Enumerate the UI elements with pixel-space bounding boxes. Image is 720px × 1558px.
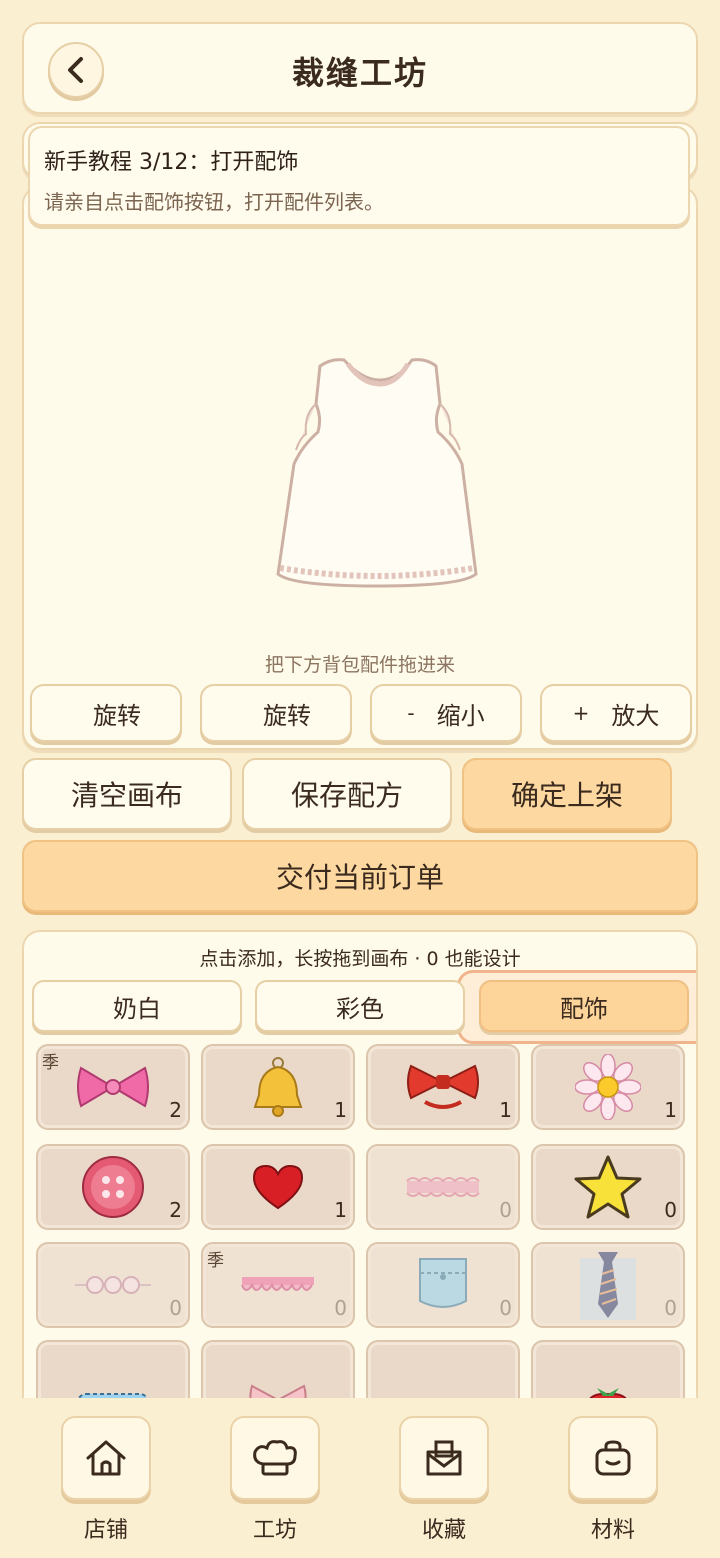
item-count: 1 — [664, 1098, 677, 1122]
tutorial-body: 请亲自点击配饰按钮，打开配件列表。 — [44, 190, 384, 214]
red-bow-collar-icon — [407, 1064, 479, 1109]
item-count: 1 — [334, 1198, 347, 1222]
yellow-star-icon — [574, 1155, 642, 1219]
zoom-out-icon: - — [407, 701, 415, 725]
item-count: 0 — [664, 1198, 677, 1222]
season-badge: 季 — [207, 1251, 224, 1271]
rotate-left-button[interactable]: 旋转 — [30, 684, 182, 742]
pink-button-icon — [82, 1156, 144, 1218]
item-count: 0 — [499, 1198, 512, 1222]
chef-hat-icon — [253, 1440, 297, 1476]
item-count: 0 — [664, 1296, 677, 1320]
inventory-panel: 点击添加，长按拖到画布 · 0 也能设计 奶白 彩色 配饰 季 2 1 1 1 … — [22, 930, 698, 1450]
nav-label: 店铺 — [83, 1518, 128, 1543]
golden-bell-icon — [253, 1057, 303, 1117]
publish-button[interactable]: 确定上架 — [462, 758, 672, 830]
item-count: 1 — [499, 1098, 512, 1122]
item-slot[interactable]: 0 — [531, 1242, 685, 1328]
item-slot[interactable]: 0 — [366, 1144, 520, 1230]
zoom-out-label: 缩小 — [436, 701, 485, 730]
item-slot[interactable]: 季 0 — [201, 1242, 355, 1328]
item-count: 2 — [169, 1098, 182, 1122]
zoom-out-button[interactable]: - 缩小 — [370, 684, 522, 742]
red-heart-icon — [252, 1164, 304, 1210]
nav-workshop[interactable]: 工坊 — [228, 1416, 322, 1544]
nav-label: 收藏 — [421, 1518, 466, 1543]
nav-shop[interactable]: 店铺 — [59, 1416, 153, 1544]
drag-hint: 把下方背包配件拖进来 — [264, 654, 455, 676]
inventory-hint: 点击添加，长按拖到画布 · 0 也能设计 — [199, 948, 521, 970]
striped-tie-icon — [580, 1252, 636, 1320]
item-count: 0 — [169, 1296, 182, 1320]
nav-collection[interactable]: 收藏 — [397, 1416, 491, 1544]
pink-bow-icon — [77, 1066, 149, 1108]
item-slot[interactable]: 1 — [201, 1044, 355, 1130]
item-slot[interactable]: 季 2 — [36, 1044, 190, 1130]
item-slot[interactable]: 1 — [531, 1044, 685, 1130]
item-slot[interactable]: 0 — [36, 1242, 190, 1328]
item-slot[interactable]: 0 — [531, 1144, 685, 1230]
zoom-in-button[interactable]: + 放大 — [540, 684, 692, 742]
item-slot[interactable]: 2 — [36, 1144, 190, 1230]
home-icon — [86, 1440, 126, 1476]
rotate-right-label: 旋转 — [263, 701, 311, 730]
rotate-right-button[interactable]: 旋转 — [200, 684, 352, 742]
tab-milky-white[interactable]: 奶白 — [32, 980, 242, 1032]
clear-canvas-button[interactable]: 清空画布 — [22, 758, 232, 830]
tutorial-title: 新手教程 3/12：打开配饰 — [44, 150, 299, 175]
item-slot[interactable]: 1 — [201, 1144, 355, 1230]
save-recipe-button[interactable]: 保存配方 — [242, 758, 452, 830]
tab-colorful[interactable]: 彩色 — [255, 980, 465, 1032]
item-count: 2 — [169, 1198, 182, 1222]
item-count: 1 — [334, 1098, 347, 1122]
zoom-in-label: 放大 — [611, 701, 660, 730]
denim-pocket-icon — [419, 1258, 467, 1308]
pearl-chain-icon — [75, 1276, 151, 1294]
header-bar: 裁缝工坊 — [22, 22, 698, 114]
zoom-in-icon: + — [572, 701, 590, 725]
nav-label: 材料 — [590, 1518, 635, 1543]
item-count: 0 — [334, 1296, 347, 1320]
item-slot[interactable]: 0 — [366, 1242, 520, 1328]
item-slot[interactable]: 1 — [366, 1044, 520, 1130]
tutorial-tooltip: 新手教程 3/12：打开配饰 请亲自点击配饰按钮，打开配件列表。 — [28, 126, 690, 226]
tab-accessories[interactable]: 配饰 — [479, 980, 689, 1032]
rotate-left-label: 旋转 — [93, 701, 141, 730]
daisy-flower-icon — [575, 1054, 641, 1120]
design-canvas[interactable]: 把下方背包配件拖进来 旋转 旋转 - 缩小 + 放大 — [22, 186, 698, 750]
bag-icon — [595, 1440, 631, 1476]
season-badge: 季 — [42, 1053, 59, 1073]
page-title: 裁缝工坊 — [291, 54, 428, 92]
nav-label: 工坊 — [252, 1518, 297, 1543]
lace-trim-icon — [406, 1177, 480, 1197]
nav-materials[interactable]: 材料 — [566, 1416, 660, 1544]
ruffle-trim-icon — [241, 1277, 314, 1291]
deliver-order-button[interactable]: 交付当前订单 — [22, 840, 698, 912]
mailbox-icon — [426, 1440, 462, 1476]
tank-top-garment[interactable] — [262, 354, 492, 598]
item-count: 0 — [499, 1296, 512, 1320]
